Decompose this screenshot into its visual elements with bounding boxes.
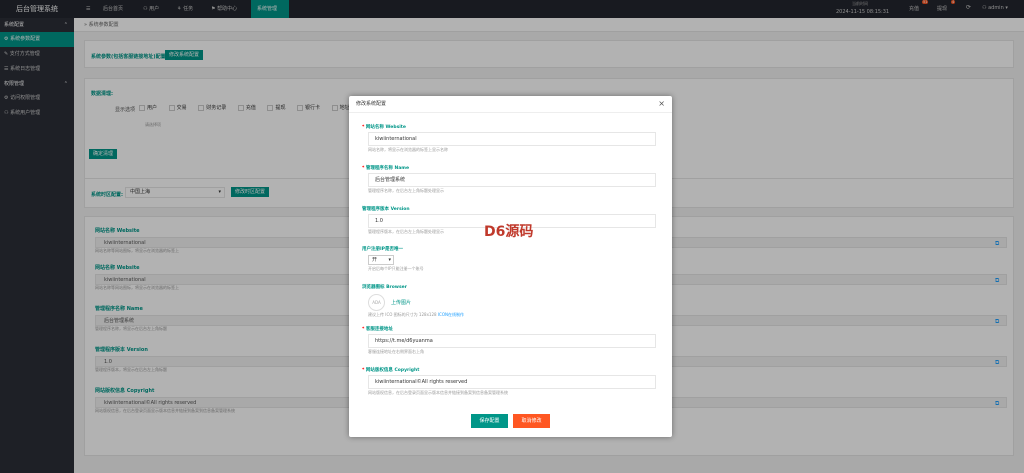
icon-maker-link[interactable]: ICON在线制作 [438, 312, 464, 317]
register-ip-select[interactable]: 开 ▾ [368, 255, 394, 265]
field-label-text: 客服连接地址 [365, 327, 393, 332]
browser-logo: ADA [368, 293, 385, 311]
website-input[interactable]: kiwiinternational [368, 132, 656, 146]
field-hint: 管理程序名称，在后台左上角标题处理显示 [368, 188, 444, 193]
field-label: 浏览器图标 Browser [362, 284, 662, 291]
field-label: * 管理程序名称 Name [362, 165, 662, 172]
field-label-text: 管理程序名称 Name [365, 166, 410, 171]
field-label: 管理程序版本 Version [362, 206, 662, 213]
field-hint-text: 建议上传 ICO 图标的尺寸为 128x128 [368, 312, 437, 317]
field-hint: 客服连接地址在右侧界面右上角 [368, 349, 424, 354]
name-input[interactable]: 后台管理系统 [368, 173, 656, 187]
field-label: * 客服连接地址 [362, 326, 662, 333]
upload-row: ADA 上传图片 [368, 293, 662, 311]
field-service-url: * 客服连接地址 https://t.me/d6yuanma 客服连接地址在右侧… [362, 326, 662, 355]
modal-title: 修改系统配置 [356, 101, 387, 107]
register-ip-value: 开 [372, 257, 378, 263]
field-label-text: 网站名称 Website [365, 125, 406, 130]
field-hint: 网站名称，将显示在浏览器的标签上显示名称 [368, 147, 448, 152]
field-website: * 网站名称 Website kiwiinternational 网站名称，将显… [362, 124, 662, 153]
field-label-text: 管理程序版本 Version [362, 207, 410, 212]
service-url-input[interactable]: https://t.me/d6yuanma [368, 334, 656, 348]
chevron-down-icon: ▾ [388, 257, 391, 263]
field-browser-icon: 浏览器图标 Browser ADA 上传图片 建议上传 ICO 图标的尺寸为 1… [362, 284, 662, 318]
field-hint: 网站版权信息，在后台登录页面显示版本信息并链接到备案到信息备案管理系统 [368, 390, 508, 395]
upload-image-link[interactable]: 上传图片 [391, 299, 411, 306]
field-label: * 网站名称 Website [362, 124, 662, 131]
cancel-edit-button[interactable]: 取消修改 [513, 414, 550, 428]
field-hint: 开启后每个IP只能注册一个账号 [368, 266, 424, 271]
field-hint: 建议上传 ICO 图标的尺寸为 128x128 ICON在线制作 [368, 312, 662, 318]
close-icon[interactable]: × [658, 99, 665, 108]
field-label-text: 网站版权信息 Copyright [365, 368, 420, 373]
modal-header: 修改系统配置 [349, 96, 672, 113]
field-label: 用户注册IP是否唯一 [362, 246, 662, 253]
field-label-text: 浏览器图标 Browser [362, 285, 407, 290]
field-name: * 管理程序名称 Name 后台管理系统 管理程序名称，在后台左上角标题处理显示 [362, 165, 662, 194]
field-copyright: * 网站版权信息 Copyright kiwiinternational©All… [362, 367, 662, 396]
edit-config-modal: 修改系统配置 × * 网站名称 Website kiwiinternationa… [349, 96, 672, 437]
field-label-text: 用户注册IP是否唯一 [362, 247, 403, 252]
copyright-input[interactable]: kiwiinternational©All rights reserved [368, 375, 656, 389]
watermark: D6源码 [484, 224, 534, 240]
save-config-button[interactable]: 保存配置 [471, 414, 508, 428]
field-register-ip: 用户注册IP是否唯一 开 ▾ 开启后每个IP只能注册一个账号 [362, 246, 662, 272]
field-label: * 网站版权信息 Copyright [362, 367, 662, 374]
